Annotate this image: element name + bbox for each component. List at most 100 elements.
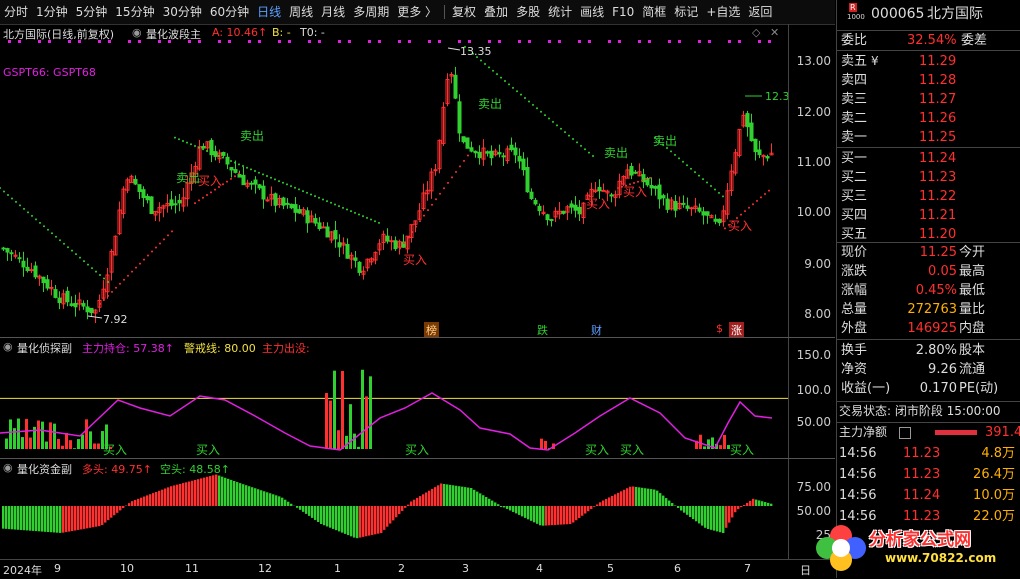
stock-code: 000065	[871, 5, 924, 24]
tab-15min[interactable]: 15分钟	[111, 0, 158, 24]
fund-bar	[41, 506, 43, 532]
tick-time: 14:56	[839, 486, 876, 505]
fund-bar	[764, 502, 766, 506]
signal-dot	[458, 40, 461, 43]
sell-price: 11.25	[919, 128, 956, 147]
fund-bar	[719, 506, 721, 532]
fund-bar	[218, 476, 220, 506]
event-tag-dollar[interactable]: $	[716, 322, 723, 335]
signal-dot	[308, 40, 311, 43]
band-dot	[756, 200, 758, 202]
signal-dot	[708, 40, 711, 43]
fund-bar	[680, 506, 682, 511]
band-dot	[178, 138, 180, 140]
band-dot	[198, 199, 200, 201]
signal-dot	[138, 40, 141, 43]
signal-dot	[518, 40, 521, 43]
tab-60min[interactable]: 60分钟	[206, 0, 253, 24]
band-dot	[690, 168, 692, 170]
fund-bar	[167, 487, 169, 506]
net-flow-value: 391.4	[985, 423, 1020, 442]
flow-bar	[357, 447, 360, 449]
tab-1min[interactable]: 1分钟	[32, 0, 72, 24]
flow-bar	[345, 436, 348, 449]
fund-bar	[689, 506, 691, 517]
signal-dot	[438, 40, 441, 43]
tab-monthly[interactable]: 月线	[317, 0, 349, 24]
candle-body	[534, 200, 537, 204]
sell-row: 卖五¥11.29	[837, 52, 1020, 71]
more-menu[interactable]: 更多 〉	[393, 0, 441, 24]
fund-bar	[683, 506, 685, 513]
tab-daily[interactable]: 日线	[253, 0, 285, 24]
fund-bar	[233, 481, 235, 506]
stat-label-right: 今开	[959, 243, 985, 262]
simple-frame-button[interactable]: 简框	[638, 0, 670, 24]
band-dot	[67, 246, 69, 248]
fund-bar	[299, 506, 301, 510]
band-dot	[27, 211, 29, 213]
band-dot	[588, 152, 590, 154]
flow-bar	[723, 435, 726, 449]
band-dot	[443, 187, 445, 189]
candle-body	[274, 194, 277, 205]
back-button[interactable]: 返回	[744, 0, 776, 24]
signal-dot	[248, 40, 251, 43]
event-tag-rise[interactable]: 涨	[729, 322, 744, 338]
band-dot	[151, 251, 153, 253]
fund-bar	[746, 503, 748, 506]
tab-weekly[interactable]: 周线	[285, 0, 317, 24]
fund-bar	[497, 504, 499, 506]
tab-multi-period[interactable]: 多周期	[349, 0, 393, 24]
tab-fenshi[interactable]: 分时	[0, 0, 32, 24]
add-watchlist-button[interactable]: +自选	[702, 0, 744, 24]
candle-body	[634, 172, 637, 173]
price-tick: 12.00	[797, 105, 831, 119]
fund-bar	[593, 506, 595, 507]
fund-bar	[725, 506, 727, 528]
list-icon[interactable]	[899, 427, 911, 439]
band-dot	[206, 150, 208, 152]
signal-dot	[488, 40, 491, 43]
statistics-button[interactable]: 统计	[544, 0, 576, 24]
band-dot	[87, 264, 89, 266]
f10-button[interactable]: F10	[608, 0, 638, 24]
net-flow-row[interactable]: 主力净额 391.4	[837, 422, 1020, 442]
band-dot	[163, 238, 165, 240]
fund-bar	[17, 506, 19, 530]
multi-stock-button[interactable]: 多股	[512, 0, 544, 24]
band-dot	[23, 208, 25, 210]
fund-bar	[278, 496, 280, 506]
overlay-button[interactable]: 叠加	[480, 0, 512, 24]
fund-bar	[635, 487, 637, 506]
candle-body	[602, 190, 605, 191]
band-dot	[51, 232, 53, 234]
fund-bar	[56, 506, 58, 533]
fund-bar	[572, 506, 574, 523]
band-dot	[633, 182, 635, 184]
band-dot	[107, 295, 109, 297]
detective-chart: 买入买入买入买入买入买入	[0, 338, 788, 458]
fund-bar	[44, 506, 46, 532]
fund-bar	[470, 488, 472, 506]
fund-bar	[188, 482, 190, 506]
flow-bar	[707, 439, 710, 449]
fund-bar	[584, 506, 586, 514]
band-dot	[214, 153, 216, 155]
event-tag-finance[interactable]: 财	[591, 322, 602, 338]
draw-line-button[interactable]: 画线	[576, 0, 608, 24]
restore-rights-button[interactable]: 复权	[448, 0, 480, 24]
fund-bar	[617, 493, 619, 506]
fund-bar	[704, 506, 706, 528]
x-tick: 2	[398, 562, 405, 575]
tab-30min[interactable]: 30分钟	[159, 0, 206, 24]
sell-signal-label: 卖出	[653, 134, 677, 148]
fund-bar	[608, 497, 610, 506]
tab-5min[interactable]: 5分钟	[72, 0, 112, 24]
event-tag-list[interactable]: 榜	[424, 322, 439, 338]
tick-price: 11.23	[903, 465, 940, 484]
candle-body	[294, 205, 297, 213]
mark-button[interactable]: 标记	[670, 0, 702, 24]
fund-bar	[137, 499, 139, 506]
event-tag-drop[interactable]: 跌	[537, 322, 548, 338]
